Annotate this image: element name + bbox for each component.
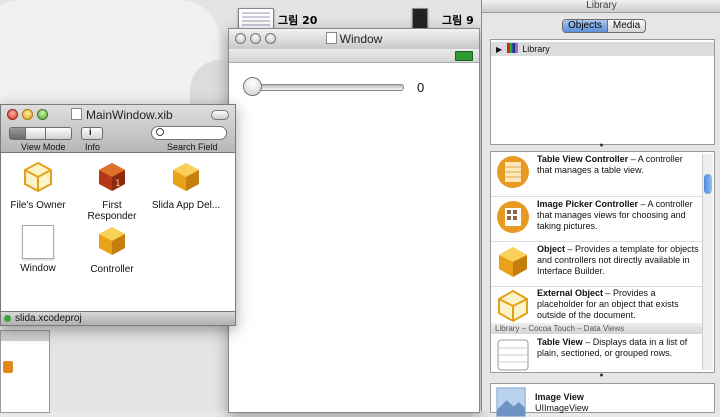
search-field[interactable]	[151, 126, 227, 140]
item-name: External Object	[537, 288, 604, 298]
view-mode-segmented[interactable]	[9, 127, 72, 140]
desktop-thumbnail-1-label: 그림 20	[278, 14, 318, 27]
split-handle-icon[interactable]: ●	[482, 142, 720, 151]
toolbar-toggle-button[interactable]	[211, 110, 229, 120]
icon-view-icon[interactable]	[10, 128, 26, 139]
item-name: Table View	[537, 337, 583, 347]
document-icon	[325, 32, 337, 44]
item-name: Table View Controller	[537, 154, 629, 164]
xib-document-window: MainWindow.xib i View Mode Info Search F…	[0, 104, 236, 326]
tab-media[interactable]: Media	[606, 20, 646, 32]
files-owner-object[interactable]: File's Owner	[3, 161, 73, 211]
desktop-thumbnail-2-label: 그림 9	[442, 14, 474, 27]
minimize-button[interactable]	[22, 109, 33, 120]
app-delegate-label: Slida App Del...	[151, 200, 221, 211]
tree-item-label: Library	[522, 44, 550, 54]
window-title: Window	[229, 32, 479, 46]
slider-knob[interactable]	[243, 77, 262, 96]
window-titlebar: Window	[229, 29, 479, 50]
list-view-icon[interactable]	[30, 128, 46, 139]
project-status-icon	[4, 315, 11, 322]
battery-icon	[455, 51, 473, 61]
search-field-label: Search Field	[167, 142, 218, 152]
tree-item-library[interactable]: ▶ Library	[491, 42, 714, 56]
list-item[interactable]: Image Picker Controller – A controller t…	[491, 197, 703, 242]
window-title-text: Window	[339, 32, 383, 46]
item-name: Object	[537, 244, 566, 254]
books-icon	[506, 43, 518, 53]
disclosure-triangle-icon[interactable]: ▶	[496, 45, 502, 54]
library-detail-list: Image View UIImageView	[490, 383, 715, 417]
slider-value-label: 0	[417, 80, 425, 95]
xib-file-icon	[71, 108, 82, 120]
slider-track[interactable]	[247, 84, 404, 91]
status-bar	[229, 49, 479, 63]
xib-title: MainWindow.xib	[71, 108, 173, 122]
xib-status-bar: slida.xcodeproj	[1, 311, 235, 325]
window-object[interactable]: Window	[3, 225, 73, 274]
close-button[interactable]	[7, 109, 18, 120]
controller-object[interactable]: Controller	[77, 225, 147, 275]
first-responder-object[interactable]: 1 First Responder	[77, 161, 147, 222]
list-item[interactable]: Table View – Displays data in a list of …	[491, 335, 703, 372]
xib-toolbar: MainWindow.xib i View Mode Info Search F…	[1, 105, 235, 153]
library-object-list: Table View Controller – A controller tha…	[490, 151, 715, 373]
cube-outline-icon	[24, 161, 52, 193]
scrollbar-thumb[interactable]	[704, 174, 712, 194]
project-name: slida.xcodeproj	[15, 313, 82, 324]
cube-outline-icon	[498, 289, 528, 323]
files-owner-label: File's Owner	[10, 200, 66, 211]
cube-icon	[173, 163, 199, 191]
first-responder-label: First Responder	[87, 200, 137, 222]
svg-text:1: 1	[115, 179, 121, 189]
list-item[interactable]: Table View Controller – A controller tha…	[491, 152, 703, 197]
tab-objects[interactable]: Objects	[563, 20, 607, 32]
red-cube-icon: 1	[99, 163, 125, 191]
item-name: Image Picker Controller	[537, 199, 639, 209]
cube-icon	[99, 227, 125, 255]
xib-title-text: MainWindow.xib	[86, 108, 173, 122]
image-view-icon	[496, 387, 526, 417]
view-mode-label: View Mode	[21, 142, 66, 152]
window-icon	[22, 225, 54, 259]
library-tree: ▶ Library	[490, 39, 715, 145]
search-icon	[156, 128, 164, 136]
info-button[interactable]: i	[81, 127, 103, 140]
info-label: Info	[85, 142, 101, 152]
info-icon: i	[89, 127, 92, 137]
background-window	[0, 330, 50, 413]
split-handle-icon[interactable]: ●	[482, 372, 720, 381]
section-header: Library – Cocoa Touch – Data Views	[491, 323, 703, 334]
cube-icon	[499, 247, 527, 277]
image-view-name: Image View	[535, 392, 584, 402]
image-picker-controller-icon	[497, 201, 529, 233]
iphone-window: Window 0	[228, 28, 480, 413]
table-view-icon	[497, 339, 529, 371]
controller-label: Controller	[90, 264, 134, 275]
library-panel: Library Objects Media ▶ Library ● Table …	[481, 0, 720, 417]
list-item[interactable]: Object – Provides a template for objects…	[491, 242, 703, 287]
image-view-class: UIImageView	[535, 403, 589, 413]
column-view-icon[interactable]	[50, 128, 65, 139]
table-view-controller-icon	[497, 156, 529, 188]
library-title: Library	[482, 0, 720, 13]
zoom-button[interactable]	[37, 109, 48, 120]
library-tab-control[interactable]: Objects Media	[562, 19, 647, 33]
window-object-label: Window	[20, 263, 56, 274]
app-delegate-object[interactable]: Slida App Del...	[151, 161, 221, 211]
library-list-scrollbar[interactable]	[702, 154, 713, 370]
